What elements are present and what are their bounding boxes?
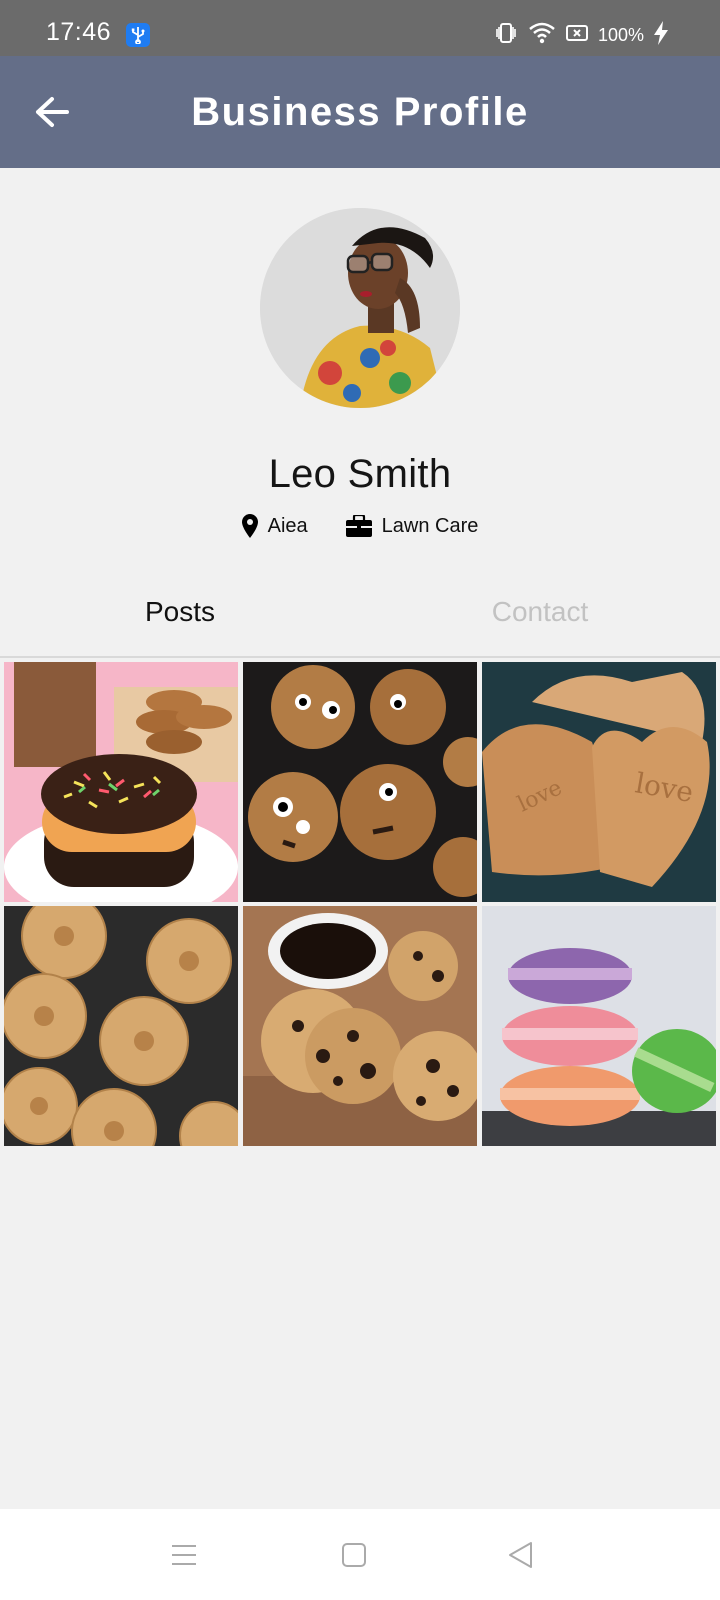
charging-bolt-icon — [654, 20, 668, 50]
tab-contact[interactable]: Contact — [360, 572, 720, 656]
page-title: Business Profile — [191, 90, 529, 134]
post-image[interactable] — [243, 662, 477, 902]
menu-lines-icon — [172, 1545, 196, 1565]
battery-percent-text: 100% — [597, 24, 644, 45]
briefcase-icon — [345, 515, 372, 537]
status-time: 17:46 — [46, 18, 112, 46]
back-triangle-icon — [509, 1542, 532, 1568]
status-icons: 100% — [494, 20, 668, 50]
avatar[interactable] — [260, 208, 460, 408]
recents-button[interactable] — [164, 1535, 204, 1575]
wifi-icon — [528, 22, 556, 49]
status-bar: 17:46 100% — [0, 0, 720, 56]
category-text: Lawn Care — [381, 514, 479, 537]
home-square-icon — [342, 1543, 366, 1567]
posts-grid: love love — [4, 662, 716, 1146]
nav-back-button[interactable] — [500, 1535, 540, 1575]
post-image[interactable] — [4, 906, 238, 1146]
profile-tabs: Posts Contact — [0, 572, 720, 658]
home-button[interactable] — [334, 1535, 374, 1575]
tab-posts[interactable]: Posts — [0, 572, 360, 656]
profile-meta: Aiea Lawn Care — [0, 514, 720, 538]
post-image[interactable] — [4, 662, 238, 902]
system-nav-bar — [0, 1509, 720, 1600]
location-text: Aiea — [267, 514, 308, 537]
category-item: Lawn Care — [345, 514, 479, 538]
map-pin-icon — [241, 514, 258, 538]
location-item: Aiea — [241, 514, 308, 538]
post-image[interactable] — [482, 906, 716, 1146]
usb-icon — [126, 23, 150, 47]
app-bar: Business Profile — [0, 56, 720, 168]
post-image[interactable]: love love — [482, 662, 716, 902]
profile-name: Leo Smith — [268, 452, 452, 496]
vibrate-icon — [494, 21, 518, 50]
no-sim-icon — [565, 24, 588, 47]
post-image[interactable] — [243, 906, 477, 1146]
